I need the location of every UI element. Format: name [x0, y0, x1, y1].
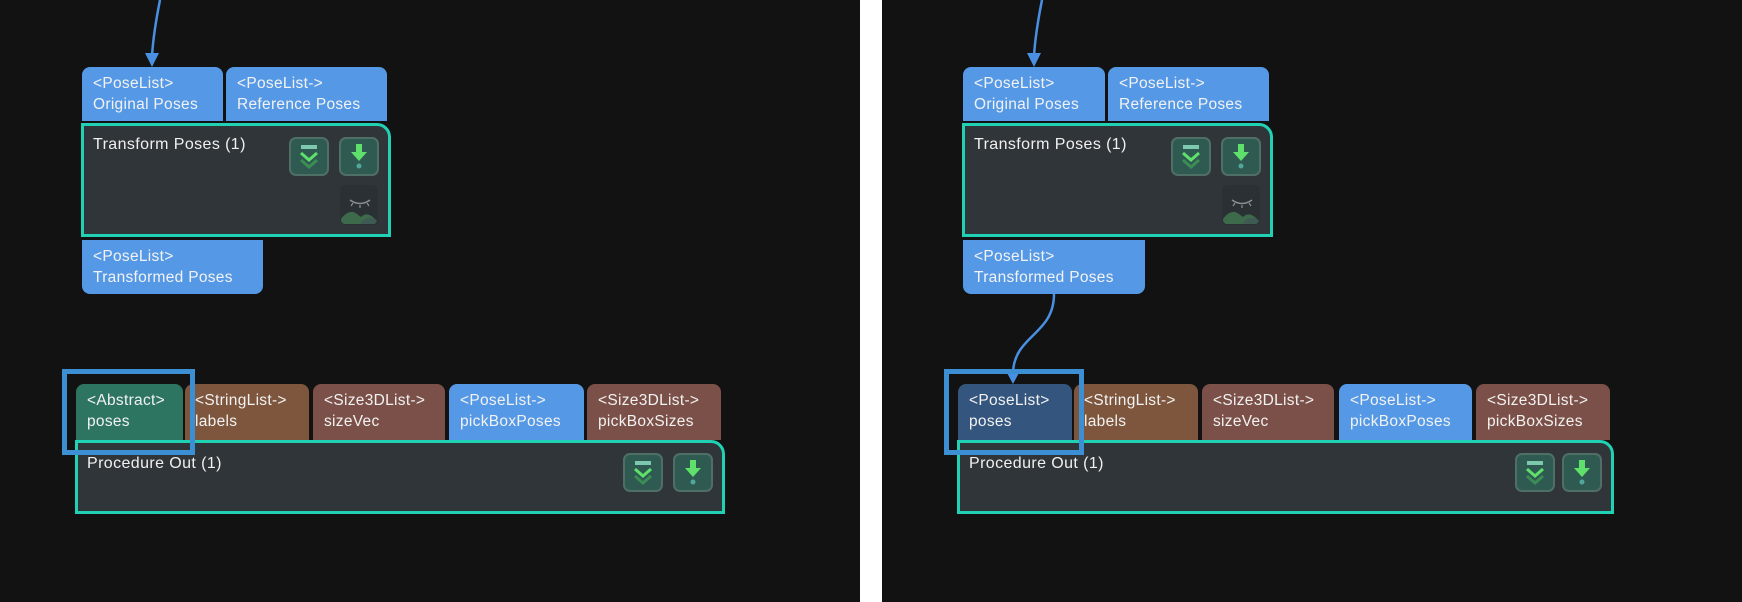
port-transformed-poses[interactable]: <PoseList> Transformed Poses: [82, 240, 263, 294]
port-name: pickBoxPoses: [1350, 413, 1451, 430]
port-pickboxsizes[interactable]: <Size3DList-> pickBoxSizes: [587, 384, 721, 440]
download-button[interactable]: [1562, 453, 1602, 492]
highlight-box: [62, 369, 195, 455]
port-name: pickBoxPoses: [460, 413, 561, 430]
collapse-icon: [300, 145, 318, 169]
port-name: Reference Poses: [1119, 96, 1243, 113]
collapse-button[interactable]: [623, 453, 663, 492]
download-icon: [685, 460, 701, 485]
node-transform-poses[interactable]: Transform Poses (1): [81, 123, 391, 237]
port-type: <StringList->: [1084, 392, 1176, 409]
collapse-button[interactable]: [1171, 137, 1211, 176]
node-title: Procedure Out (1): [87, 455, 222, 472]
graph-canvas-after[interactable]: <PoseList> Original Poses <PoseList-> Re…: [882, 0, 1742, 602]
port-type: <Size3DList->: [1213, 392, 1315, 409]
port-type: <Size3DList->: [1487, 392, 1589, 409]
download-icon: [351, 144, 367, 169]
port-type: <PoseList->: [1119, 75, 1206, 92]
port-name: labels: [195, 413, 238, 430]
node-title: Procedure Out (1): [969, 455, 1104, 472]
port-name: Original Poses: [974, 96, 1079, 113]
node-title: Transform Poses (1): [974, 136, 1127, 153]
download-icon: [1574, 460, 1590, 485]
port-type: <PoseList>: [974, 248, 1055, 265]
image-visibility-toggle[interactable]: [340, 185, 378, 225]
port-original-poses[interactable]: <PoseList> Original Poses: [963, 67, 1105, 121]
incoming-wire: [150, 0, 162, 57]
port-type: <Size3DList->: [598, 392, 700, 409]
collapse-icon: [1526, 461, 1544, 485]
port-sizevec[interactable]: <Size3DList-> sizeVec: [313, 384, 445, 440]
port-type: <PoseList>: [93, 75, 174, 92]
port-name: Reference Poses: [237, 96, 361, 113]
port-type: <PoseList>: [974, 75, 1055, 92]
port-name: Original Poses: [93, 96, 198, 113]
port-pickboxposes[interactable]: <PoseList-> pickBoxPoses: [449, 384, 584, 440]
incoming-wire: [1032, 0, 1044, 57]
port-type: <PoseList->: [237, 75, 324, 92]
port-labels[interactable]: <StringList-> labels: [1074, 384, 1198, 440]
download-button[interactable]: [673, 453, 713, 492]
port-name: pickBoxSizes: [1487, 413, 1583, 430]
highlight-box: [944, 369, 1084, 455]
download-button[interactable]: [339, 137, 379, 176]
port-reference-poses[interactable]: <PoseList-> Reference Poses: [1108, 67, 1269, 121]
collapse-icon: [634, 461, 652, 485]
port-original-poses[interactable]: <PoseList> Original Poses: [82, 67, 223, 121]
port-type: <PoseList->: [1350, 392, 1437, 409]
wire-arrowhead: [1027, 53, 1041, 67]
port-name: sizeVec: [324, 413, 380, 430]
port-sizevec[interactable]: <Size3DList-> sizeVec: [1202, 384, 1334, 440]
connection-wire: [1011, 293, 1056, 374]
panel-divider: [860, 0, 882, 602]
port-transformed-poses[interactable]: <PoseList> Transformed Poses: [963, 240, 1145, 294]
hidden-image-icon: [1223, 199, 1259, 224]
download-icon: [1233, 144, 1249, 169]
collapse-icon: [1182, 145, 1200, 169]
port-name: sizeVec: [1213, 413, 1269, 430]
image-visibility-toggle[interactable]: [1222, 185, 1260, 225]
port-pickboxsizes[interactable]: <Size3DList-> pickBoxSizes: [1476, 384, 1610, 440]
port-name: Transformed Poses: [93, 269, 233, 286]
node-title: Transform Poses (1): [93, 136, 246, 153]
collapse-button[interactable]: [289, 137, 329, 176]
port-name: Transformed Poses: [974, 269, 1114, 286]
port-name: labels: [1084, 413, 1127, 430]
port-type: <StringList->: [195, 392, 287, 409]
port-pickboxposes[interactable]: <PoseList-> pickBoxPoses: [1339, 384, 1472, 440]
wire-arrowhead: [145, 53, 159, 67]
port-name: pickBoxSizes: [598, 413, 694, 430]
port-labels[interactable]: <StringList-> labels: [185, 384, 309, 440]
port-type: <PoseList->: [460, 392, 547, 409]
port-type: <Size3DList->: [324, 392, 426, 409]
node-transform-poses[interactable]: Transform Poses (1): [962, 123, 1273, 237]
download-button[interactable]: [1221, 137, 1261, 176]
port-type: <PoseList>: [93, 248, 174, 265]
graph-canvas-before[interactable]: <PoseList> Original Poses <PoseList-> Re…: [0, 0, 860, 602]
port-reference-poses[interactable]: <PoseList-> Reference Poses: [226, 67, 387, 121]
collapse-button[interactable]: [1515, 453, 1555, 492]
hidden-image-icon: [341, 199, 377, 224]
